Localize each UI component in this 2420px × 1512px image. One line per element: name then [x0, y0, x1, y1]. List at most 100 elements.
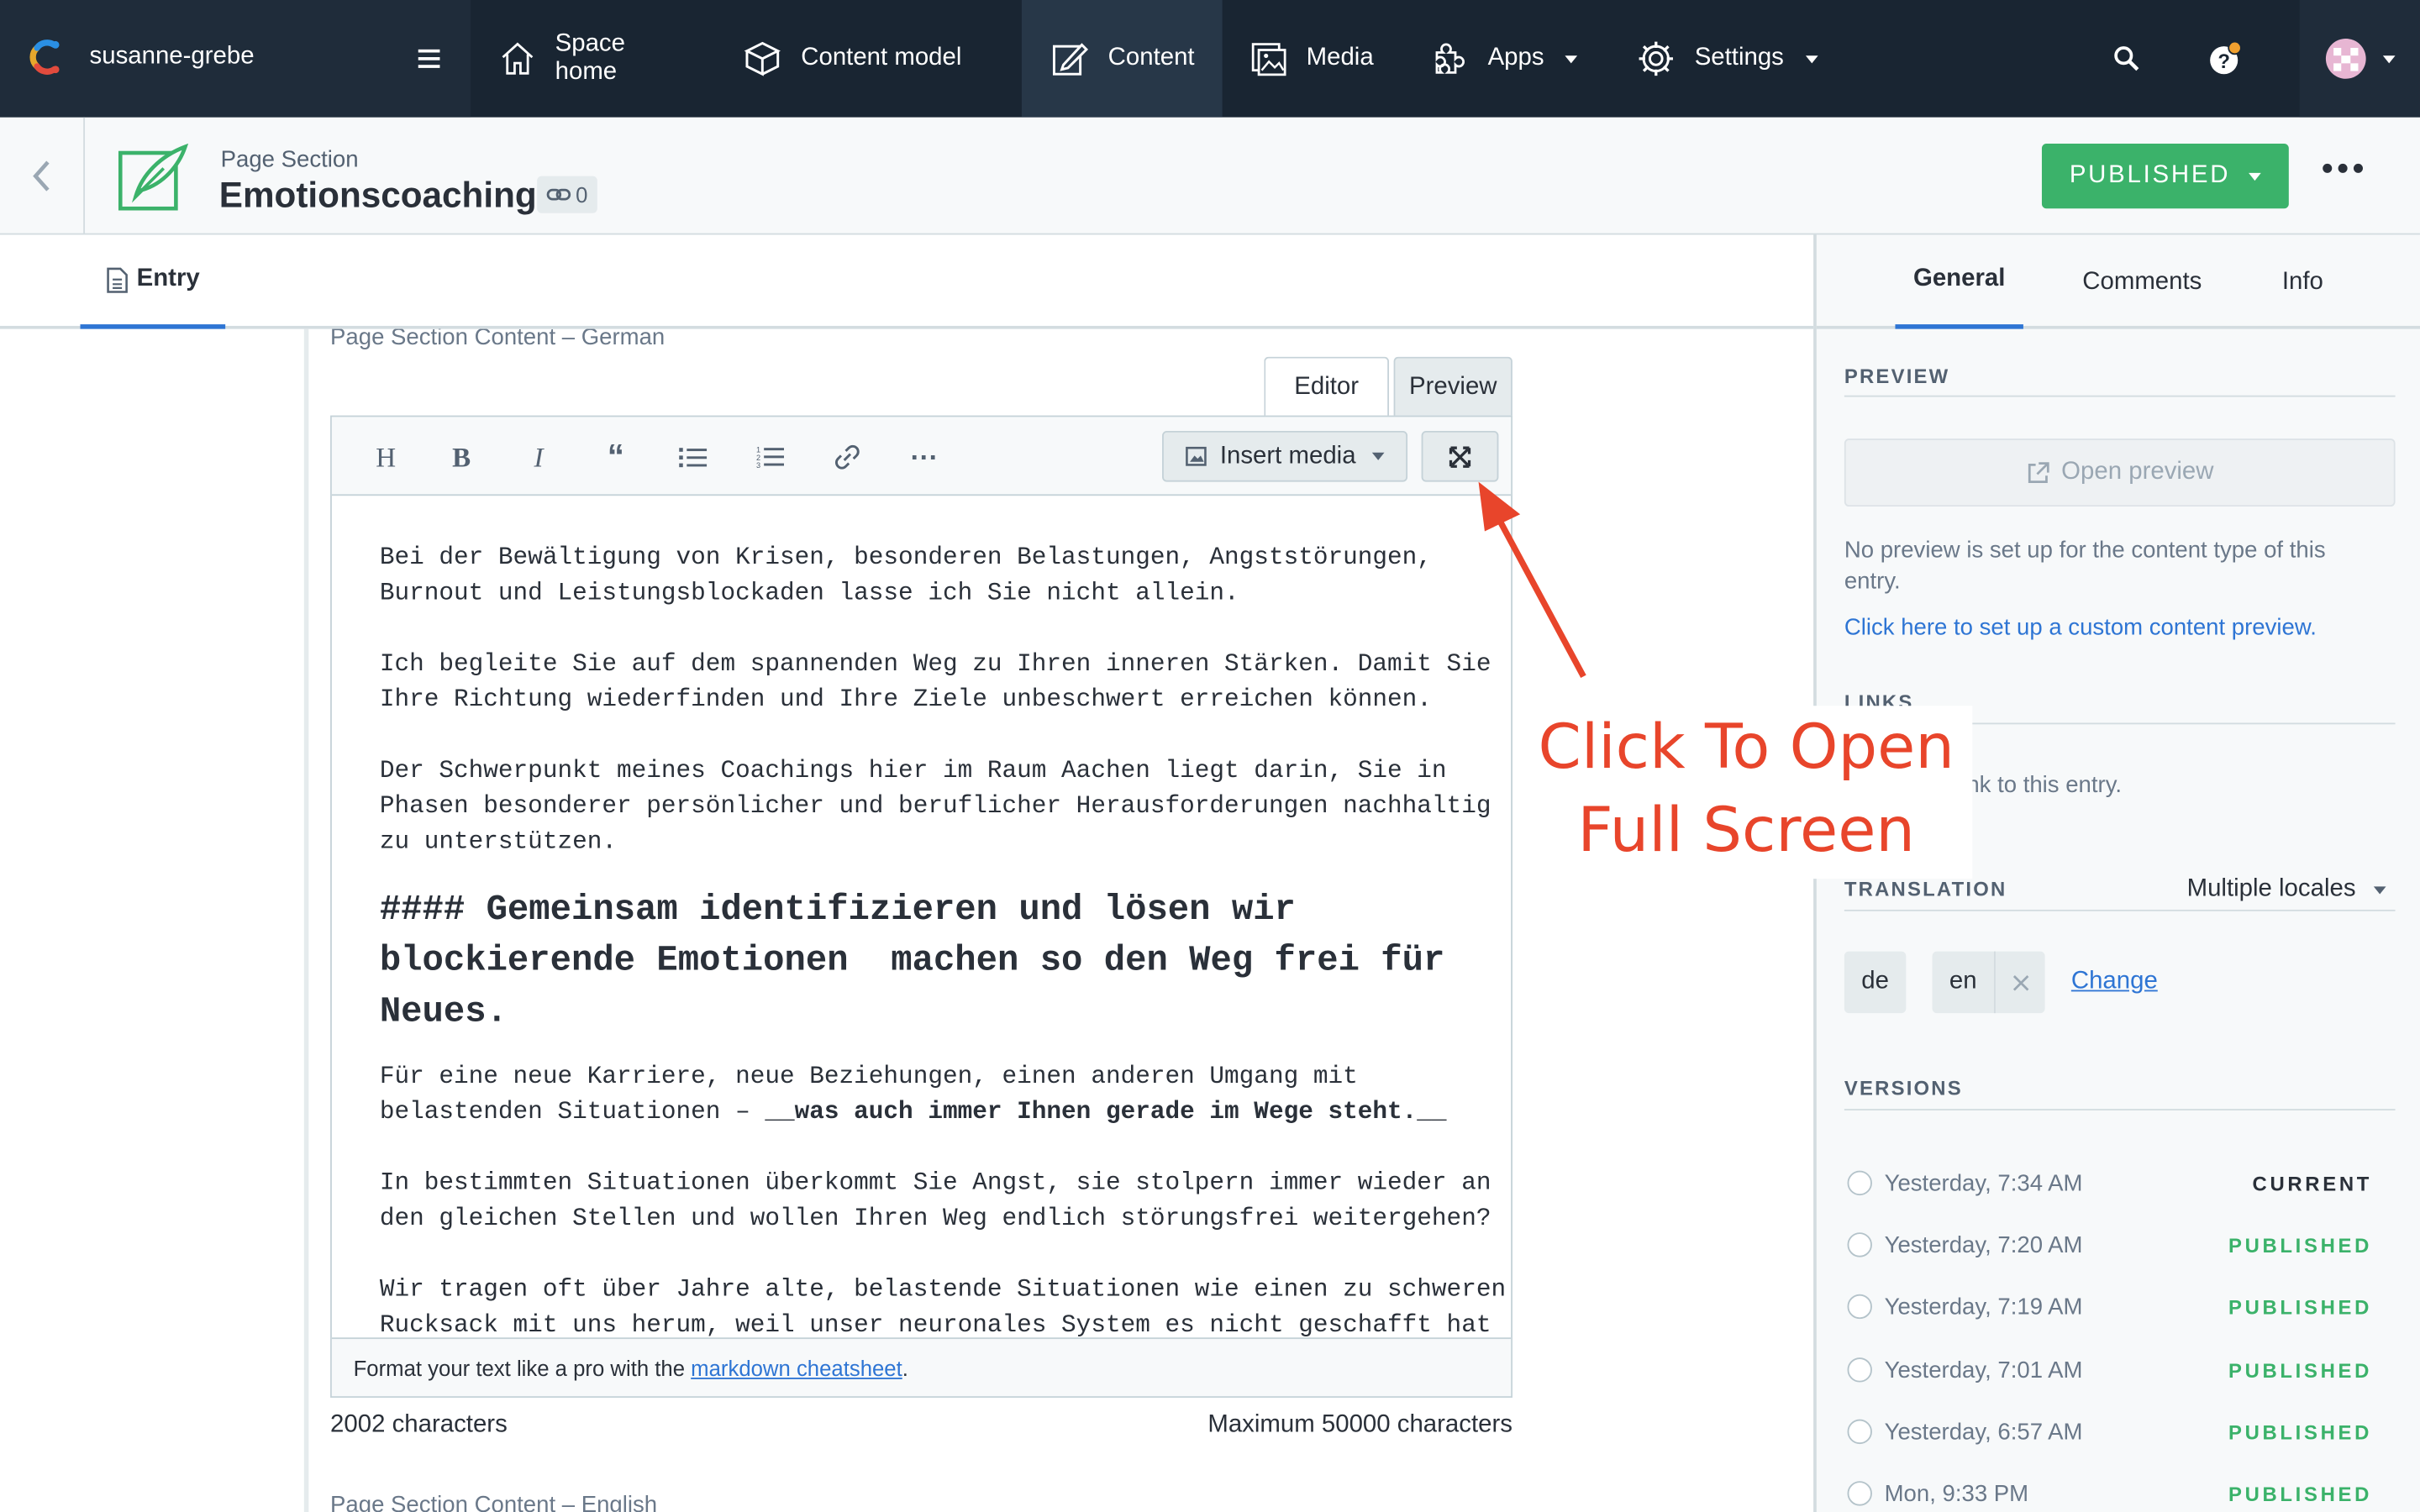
- version-row[interactable]: Yesterday, 7:34 AM CURRENT: [1847, 1168, 2373, 1199]
- help-button[interactable]: ?: [2191, 0, 2260, 118]
- nav-content[interactable]: Content: [1021, 0, 1223, 118]
- locale-label: en: [1949, 968, 1977, 995]
- versions-heading: VERSIONS: [1844, 1076, 1963, 1100]
- media-icon: [1251, 43, 1286, 76]
- version-status: PUBLISHED: [2228, 1294, 2373, 1319]
- search-button[interactable]: [2096, 0, 2157, 118]
- divider: [1844, 909, 2396, 911]
- version-row[interactable]: Yesterday, 7:01 AM PUBLISHED: [1847, 1354, 2373, 1385]
- radio-icon: [1847, 1419, 1872, 1445]
- tab-entry[interactable]: Entry: [80, 234, 226, 329]
- numbered-list-icon[interactable]: 123: [751, 438, 788, 475]
- divider: [1844, 395, 2396, 397]
- locale-pill-de: de: [1844, 951, 1907, 1014]
- top-navigation: susanne-grebe Space home Content model C…: [0, 0, 2420, 118]
- version-status: PUBLISHED: [2228, 1420, 2373, 1444]
- tab-label: Entry: [136, 265, 200, 292]
- main-nav: Space home Content model Content Media A…: [471, 0, 1852, 118]
- version-status: PUBLISHED: [2228, 1358, 2373, 1382]
- locale-select[interactable]: Multiple locales: [2187, 875, 2387, 903]
- insert-media-button[interactable]: Insert media: [1162, 430, 1408, 482]
- version-status: PUBLISHED: [2228, 1482, 2373, 1505]
- content-model-icon: [744, 41, 781, 76]
- version-time: Mon, 9:33 PM: [1884, 1480, 2029, 1507]
- nav-label: Media: [1306, 45, 1374, 71]
- setup-preview-link[interactable]: Click here to set up a custom content pr…: [1844, 615, 2317, 641]
- entry-header: Page Section Emotionscoaching 0 PUBLISHE…: [0, 117, 2420, 235]
- nav-space-home[interactable]: Space home: [471, 0, 714, 118]
- editor-footer: Format your text like a pro with the mar…: [331, 1337, 1512, 1397]
- markdown-cheatsheet-link[interactable]: markdown cheatsheet: [691, 1356, 902, 1380]
- more-actions-button[interactable]: [2323, 163, 2363, 173]
- open-preview-button[interactable]: Open preview: [1844, 438, 2396, 507]
- version-row[interactable]: Mon, 9:33 PM PUBLISHED: [1847, 1478, 2373, 1509]
- reference-badge[interactable]: 0: [537, 176, 597, 213]
- nav-label: Space home: [555, 30, 625, 86]
- bold-icon[interactable]: B: [443, 438, 480, 475]
- external-link-icon: [2028, 461, 2049, 483]
- bullet-list-glyph: [679, 448, 708, 468]
- entry-type-icon: [118, 143, 189, 211]
- back-button[interactable]: [0, 117, 86, 235]
- paragraph: Wir tragen oft über Jahre alte, belasten…: [379, 1275, 1507, 1340]
- bold-text: __was auch immer Ihnen gerade im Wege st…: [765, 1098, 1447, 1126]
- account-menu[interactable]: [2299, 0, 2420, 118]
- home-icon: [502, 42, 534, 75]
- gear-icon: [1639, 41, 1673, 76]
- version-time: Yesterday, 7:01 AM: [1884, 1357, 2083, 1383]
- avatar: [2325, 38, 2366, 79]
- markdown-editor: H B I “ 123 ··· Insert media Bei der Bew…: [330, 415, 1512, 1398]
- link-icon: [546, 188, 571, 201]
- tab-preview[interactable]: Preview: [1393, 356, 1512, 416]
- callout-line: Click To Open: [1538, 711, 1954, 784]
- version-row[interactable]: Yesterday, 7:20 AM PUBLISHED: [1847, 1230, 2372, 1261]
- content-icon: [1052, 43, 1089, 76]
- chevron-left-icon: [33, 160, 50, 192]
- nav-content-model[interactable]: Content model: [714, 0, 1022, 118]
- tab-comments[interactable]: Comments: [2068, 234, 2216, 328]
- paragraph: In bestimmten Situationen überkommt Sie …: [379, 1168, 1491, 1233]
- locale-select-value: Multiple locales: [2186, 875, 2356, 902]
- nav-label: Settings: [1694, 45, 1784, 71]
- nav-settings[interactable]: Settings: [1608, 0, 1852, 118]
- insert-media-label: Insert media: [1219, 442, 1356, 470]
- italic-icon[interactable]: I: [520, 438, 557, 475]
- version-status: CURRENT: [2252, 1171, 2373, 1195]
- sidebar-tabs: General Comments Info: [1816, 234, 2420, 329]
- heading-icon[interactable]: H: [367, 438, 404, 475]
- space-switcher[interactable]: susanne-grebe: [0, 0, 471, 118]
- editor-mode-tabs: Editor Preview: [1264, 356, 1512, 416]
- hamburger-menu-icon[interactable]: [413, 45, 445, 72]
- nav-label: Content model: [801, 45, 962, 71]
- tab-editor[interactable]: Editor: [1264, 356, 1390, 416]
- paragraph: Der Schwerpunkt meines Coachings hier im…: [379, 756, 1491, 856]
- close-icon: [2012, 974, 2028, 990]
- svg-text:?: ?: [2217, 50, 2230, 73]
- link-icon[interactable]: [829, 438, 865, 475]
- remove-locale-button[interactable]: [1994, 951, 2045, 1014]
- bullet-list-icon[interactable]: [675, 438, 712, 475]
- no-preview-text: No preview is set up for the content typ…: [1844, 537, 2326, 595]
- more-formatting-icon[interactable]: ···: [906, 438, 943, 475]
- radio-icon: [1847, 1232, 1872, 1257]
- fullscreen-button[interactable]: [1421, 430, 1499, 482]
- tab-general[interactable]: General: [1895, 234, 2023, 329]
- change-locales-link[interactable]: Change: [2071, 969, 2158, 996]
- version-row[interactable]: Yesterday, 7:19 AM PUBLISHED: [1847, 1291, 2373, 1322]
- locale-pill-en: en: [1932, 951, 2045, 1014]
- character-limit: Maximum 50000 characters: [1207, 1411, 1512, 1438]
- publish-status-button[interactable]: PUBLISHED: [2041, 143, 2289, 209]
- footer-text: Format your text like a pro with the: [353, 1356, 692, 1381]
- chevron-down-icon: [1565, 55, 1578, 63]
- nav-media[interactable]: Media: [1223, 0, 1402, 118]
- version-row[interactable]: Yesterday, 6:57 AM PUBLISHED: [1847, 1416, 2373, 1447]
- field-label: Page Section Content – English: [330, 1492, 658, 1512]
- publish-status-label: PUBLISHED: [2069, 162, 2231, 189]
- paragraph: Bei der Bewältigung von Krisen, besonder…: [379, 543, 1432, 607]
- reference-count: 0: [576, 181, 588, 207]
- markdown-content[interactable]: Bei der Bewältigung von Krisen, besonder…: [379, 541, 1506, 1344]
- quote-icon[interactable]: “: [597, 437, 634, 475]
- nav-apps[interactable]: Apps: [1402, 0, 1608, 118]
- link-glyph: [835, 444, 860, 470]
- tab-info[interactable]: Info: [2264, 234, 2341, 328]
